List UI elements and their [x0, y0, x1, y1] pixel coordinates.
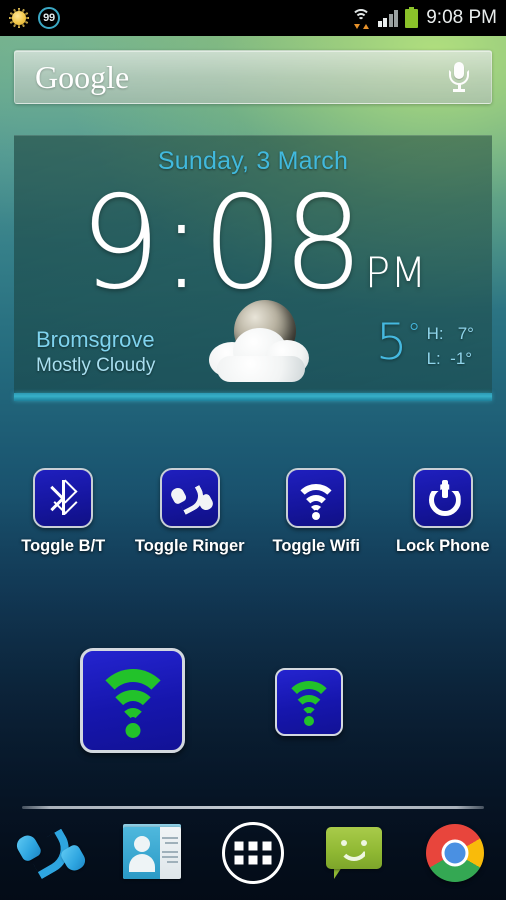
status-bar[interactable]: 99 9:08 PM: [0, 0, 506, 36]
chrome-icon: [426, 824, 485, 882]
weather-high: H: 7°: [426, 324, 474, 343]
widget-accent-bar: [14, 393, 492, 401]
status-bar-right: 9:08 PM: [351, 6, 506, 29]
wifi-toggle-widget-large[interactable]: [80, 648, 185, 753]
weather-temp-value: 5: [375, 313, 408, 371]
cell-signal-icon: [377, 9, 399, 27]
wifi-toggle-widget-small[interactable]: [275, 668, 343, 736]
weather-temp-degree: °: [407, 318, 421, 349]
brightness-sun-icon: [9, 8, 29, 28]
weather-current-temp: 5°: [376, 317, 421, 367]
dock-messaging[interactable]: [304, 806, 405, 900]
battery-full-icon: [405, 6, 419, 28]
google-logo-text: Google: [35, 59, 130, 95]
wifi-icon: [277, 670, 341, 734]
phone-handset-icon: [168, 476, 215, 522]
dock: [0, 806, 506, 900]
shortcut-tile[interactable]: [412, 468, 473, 528]
google-search-bar[interactable]: Google: [14, 50, 492, 104]
widget-clock-meridiem: PM: [364, 248, 427, 297]
widget-clock[interactable]: 9:08PM: [14, 179, 492, 308]
shortcut-toggle-ringer[interactable]: Toggle Ringer: [127, 468, 254, 556]
shortcut-tile[interactable]: [33, 468, 94, 528]
power-icon: [415, 470, 471, 526]
bluetooth-icon: [35, 470, 91, 526]
dock-browser[interactable]: [405, 806, 506, 900]
weather-temperature-block: 5° H: 7° L: -1°: [376, 317, 474, 371]
microphone-icon[interactable]: [449, 62, 469, 92]
shortcut-label: Toggle B/T: [21, 537, 106, 555]
shortcut-toggle-bt[interactable]: Toggle B/T: [0, 468, 127, 556]
weather-high-low: H: 7° L: -1°: [427, 319, 474, 371]
shortcut-lock-phone[interactable]: Lock Phone: [380, 468, 506, 556]
status-bar-clock: 9:08 PM: [426, 7, 497, 28]
moon-behind-cloud-icon: [199, 298, 329, 393]
weather-low: L: -1°: [426, 348, 473, 368]
dock-app-drawer[interactable]: [202, 806, 303, 900]
widget-weather-row[interactable]: Bromsgrove Mostly Cloudy 5° H: 7° L: -1°: [14, 298, 492, 393]
phone-icon: [12, 815, 88, 891]
shortcut-label: Lock Phone: [395, 537, 490, 555]
status-bar-left: 99: [0, 7, 60, 29]
dock-contacts[interactable]: [101, 806, 202, 900]
shortcut-row: Toggle B/T Toggle Ringer Toggle Wifi Loc…: [0, 468, 506, 556]
notification-count-badge: 99: [38, 7, 60, 29]
apps-grid-icon: [221, 822, 284, 884]
shortcut-tile[interactable]: [286, 468, 347, 528]
shortcut-label: Toggle Wifi: [272, 537, 361, 555]
wifi-signal-icon: [351, 9, 371, 29]
clock-weather-widget[interactable]: Sunday, 3 March 9:08PM Bromsgrove Mostly…: [14, 135, 492, 401]
weather-condition: Mostly Cloudy: [36, 355, 156, 376]
shortcut-tile[interactable]: [159, 468, 220, 528]
shortcut-label: Toggle Ringer: [134, 537, 245, 555]
messaging-icon: [326, 827, 383, 879]
dock-phone[interactable]: [0, 806, 101, 900]
contacts-icon: [122, 824, 181, 879]
weather-city: Bromsgrove: [36, 327, 155, 352]
wifi-widget-group: [0, 648, 506, 768]
wifi-icon: [288, 470, 344, 526]
wifi-icon: [83, 651, 182, 750]
shortcut-toggle-wifi[interactable]: Toggle Wifi: [253, 468, 380, 556]
widget-clock-time: 9:08: [79, 169, 364, 318]
